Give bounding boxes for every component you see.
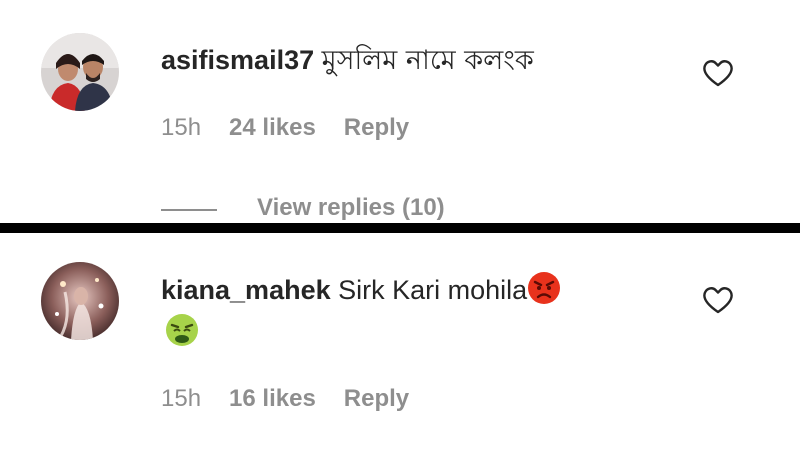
- view-replies-label: View replies (10): [257, 194, 445, 221]
- angry-face-emoji-icon: [527, 271, 561, 305]
- comment-item: asifismail37 মুসলিম নামে কলংক 15h 24 like…: [0, 0, 800, 223]
- comment-meta: 15h 24 likes Reply: [161, 114, 437, 142]
- comment-line: kiana_mahek Sirk Kari mohila: [161, 271, 561, 306]
- comment-line: asifismail37 মুসলিম নামে কলংক: [161, 40, 534, 85]
- avatar[interactable]: [41, 33, 119, 111]
- reply-button[interactable]: Reply: [344, 385, 409, 413]
- heart-outline-icon[interactable]: [702, 58, 734, 88]
- comment-time: 15h: [161, 385, 202, 412]
- heart-outline-icon[interactable]: [702, 285, 734, 315]
- view-replies-line: [161, 209, 217, 211]
- comment-likes[interactable]: 16 likes: [229, 385, 316, 413]
- profile-photo-sparkle-icon: [41, 262, 119, 340]
- comment-meta: 15h 16 likes Reply: [161, 385, 437, 413]
- comment-username[interactable]: asifismail37: [161, 45, 314, 75]
- avatar[interactable]: [41, 262, 119, 340]
- comments-section: asifismail37 মুসলিম নামে কলংক 15h 24 like…: [0, 0, 800, 457]
- comment-time: 15h: [161, 114, 202, 141]
- divider: [0, 223, 800, 233]
- reply-button[interactable]: Reply: [344, 114, 409, 142]
- comment-item: kiana_mahek Sirk Kari mohila 15h 16 like…: [0, 233, 800, 457]
- nauseated-face-emoji-icon: [165, 313, 199, 347]
- comment-text: Sirk Kari mohila: [338, 275, 528, 305]
- profile-photo-couple-icon: [41, 33, 119, 111]
- comment-username[interactable]: kiana_mahek: [161, 275, 331, 305]
- comment-likes[interactable]: 24 likes: [229, 114, 316, 142]
- comment-text: মুসলিম নামে কলংক: [321, 45, 534, 76]
